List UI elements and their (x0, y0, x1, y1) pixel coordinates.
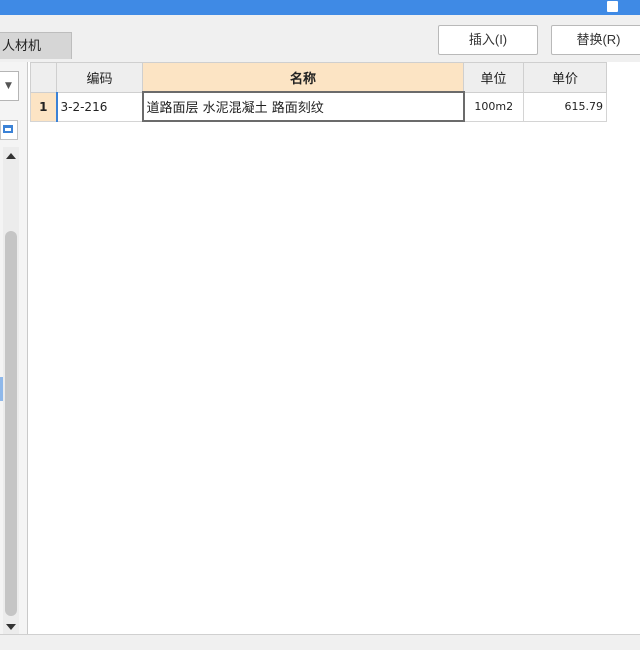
column-header-code[interactable]: 编码 (56, 62, 143, 93)
selection-marker (0, 377, 3, 401)
toolbar: 人材机 插入(I) 替换(R) (0, 15, 640, 62)
tab-labor-material-machine[interactable]: 人材机 (0, 32, 72, 59)
vertical-scrollbar[interactable] (3, 147, 19, 634)
cell-unit[interactable]: 100m2 (463, 91, 524, 122)
title-bar (0, 0, 640, 15)
cell-name[interactable]: 道路面层 水泥混凝土 路面刻纹 (141, 91, 465, 122)
row-number[interactable]: 1 (30, 91, 58, 122)
left-panel: ▼ (0, 62, 28, 634)
scroll-down-icon[interactable] (6, 624, 16, 630)
replace-button[interactable]: 替换(R) (551, 25, 640, 55)
quota-grid: 编码 名称 单位 单价 1 3-2-216 道路面层 水泥混凝土 路面刻纹 10… (28, 62, 640, 634)
insert-button[interactable]: 插入(I) (438, 25, 538, 55)
status-bar (0, 634, 640, 650)
table-row[interactable]: 1 3-2-216 道路面层 水泥混凝土 路面刻纹 100m2 615.79 (30, 91, 607, 122)
column-header-price[interactable]: 单价 (523, 62, 607, 93)
table-header-row: 编码 名称 单位 单价 (30, 62, 607, 93)
corner-cell (30, 62, 57, 93)
scrollbar-thumb[interactable] (5, 231, 17, 616)
print-icon[interactable] (0, 120, 18, 140)
chevron-down-icon[interactable]: ▼ (0, 71, 19, 101)
quota-table: 编码 名称 单位 单价 1 3-2-216 道路面层 水泥混凝土 路面刻纹 10… (30, 62, 607, 122)
cell-code[interactable]: 3-2-216 (56, 91, 143, 122)
column-header-unit[interactable]: 单位 (463, 62, 524, 93)
cell-price[interactable]: 615.79 (523, 91, 607, 122)
window-button-icon[interactable] (607, 1, 618, 12)
scroll-up-icon[interactable] (6, 153, 16, 159)
column-header-name[interactable]: 名称 (142, 62, 464, 93)
